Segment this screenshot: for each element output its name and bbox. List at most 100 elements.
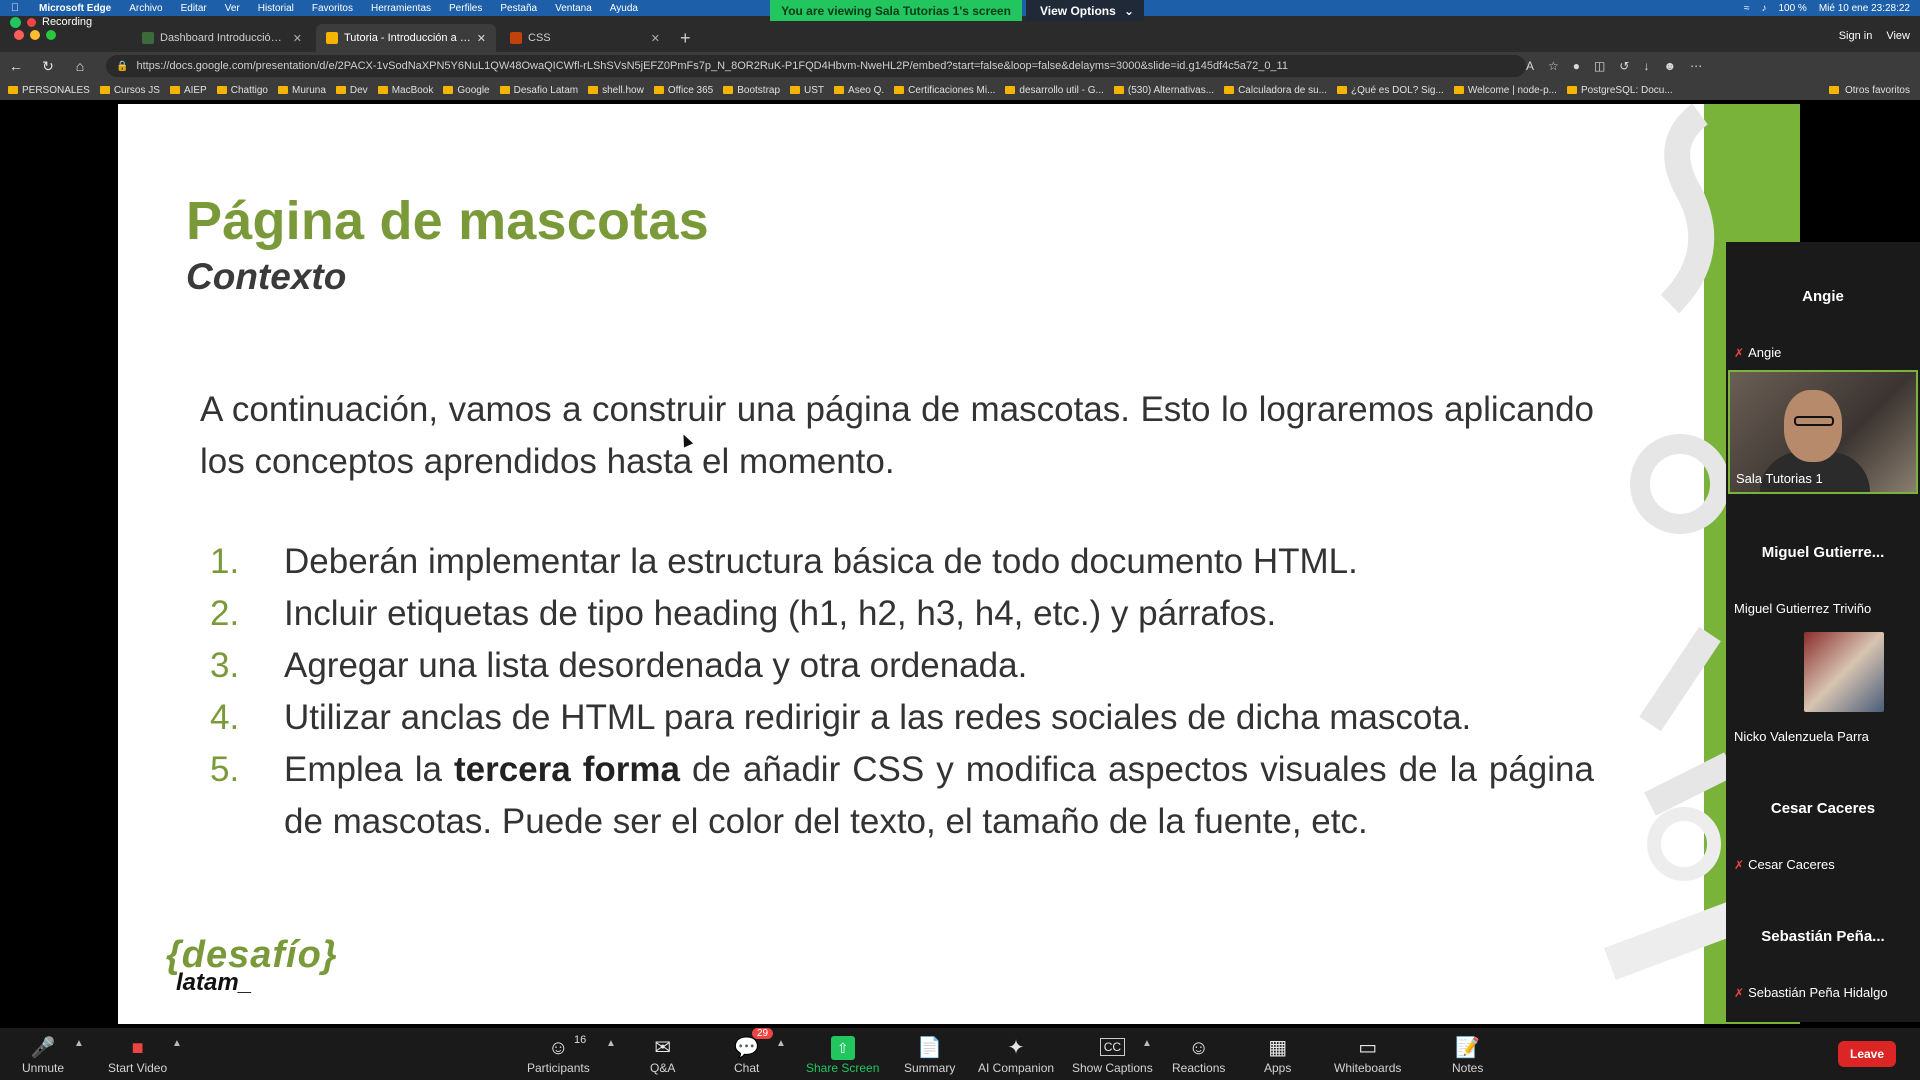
menu-perfiles[interactable]: Perfiles (440, 3, 491, 14)
bookmark-item[interactable]: desarrollo util - G... (1005, 85, 1104, 96)
wifi-icon[interactable]: ≈ (1744, 3, 1750, 14)
chevron-up-icon[interactable]: ▲ (74, 1038, 84, 1049)
download-icon[interactable]: ↓ (1643, 59, 1649, 73)
participant-tile[interactable]: Nicko Valenzuela Parra (1728, 626, 1918, 750)
sign-in-link[interactable]: Sign in (1839, 30, 1873, 42)
bookmark-item[interactable]: Desafio Latam (499, 85, 578, 96)
bookmark-item[interactable]: MacBook (377, 85, 433, 96)
participant-tile[interactable]: Miguel Gutierre... Miguel Gutierrez Triv… (1728, 498, 1918, 622)
bookmark-item[interactable]: PostgreSQL: Docu... (1566, 84, 1673, 96)
whiteboards-button[interactable]: ▭ Whiteboards (1334, 1032, 1401, 1076)
participant-tile[interactable]: Cesar Caceres ✗ Cesar Caceres (1728, 754, 1918, 878)
tab-tutoria-css[interactable]: Tutoria - Introducción a CSS - ✕ (316, 24, 496, 52)
back-icon[interactable]: ← (0, 58, 32, 74)
share-screen-button[interactable]: ⇧ Share Screen (806, 1032, 879, 1076)
menu-editar[interactable]: Editar (172, 3, 216, 14)
read-aloud-icon[interactable]: A (1526, 59, 1534, 73)
folder-icon (1453, 86, 1464, 94)
menu-ventana[interactable]: Ventana (546, 3, 601, 14)
apps-button[interactable]: ▦ Apps (1264, 1032, 1291, 1076)
profile-icon[interactable]: ☻ (1663, 59, 1676, 73)
ai-companion-button[interactable]: ✦ AI Companion (978, 1032, 1054, 1076)
chevron-up-icon[interactable]: ▲ (776, 1038, 786, 1049)
bookmark-item[interactable]: Bootstrap (723, 85, 780, 96)
tab-dashboard[interactable]: Dashboard Introducción al des ✕ (132, 24, 312, 52)
participant-video-tile[interactable]: Sala Tutorias 1 (1728, 370, 1918, 494)
menu-ver[interactable]: Ver (216, 3, 249, 14)
bookmark-label: shell.how (602, 84, 644, 96)
folder-icon (169, 86, 180, 94)
bookmark-item[interactable]: Chattigo (216, 85, 268, 96)
url-field[interactable]: 🔒 https://docs.google.com/presentation/d… (106, 55, 1526, 77)
bookmark-item[interactable]: ¿Qué es DOL? Sig... (1337, 85, 1444, 96)
bookmark-item[interactable]: Calculadora de su... (1224, 85, 1327, 96)
new-tab-button[interactable]: + (674, 24, 691, 52)
bookmark-item[interactable]: Cursos JS (99, 85, 160, 96)
minimize-window-button[interactable] (30, 30, 40, 40)
leave-meeting-button[interactable]: Leave (1838, 1041, 1896, 1067)
menu-ayuda[interactable]: Ayuda (601, 3, 647, 14)
start-video-button[interactable]: ■ Start Video (108, 1032, 167, 1076)
participant-tile[interactable]: Angie ✗ Angie (1728, 242, 1918, 366)
bookmark-item[interactable]: PERSONALES (8, 85, 90, 96)
bookmark-item[interactable]: UST (790, 85, 824, 96)
menubar-app-name[interactable]: Microsoft Edge (30, 3, 120, 14)
view-options-button[interactable]: View Options ⌄ (1026, 0, 1144, 21)
bookmark-item[interactable]: Muruna (277, 85, 326, 96)
lock-icon[interactable]: 🔒 (116, 61, 128, 72)
view-menu[interactable]: View (1886, 30, 1910, 42)
notes-button[interactable]: 📝 Notes (1452, 1032, 1483, 1076)
bookmark-item[interactable]: Google (443, 85, 490, 96)
bookmark-item[interactable]: Dev (335, 85, 368, 96)
close-icon[interactable]: ✕ (293, 32, 302, 45)
chevron-up-icon[interactable]: ▲ (172, 1038, 182, 1049)
shield-icon (10, 16, 21, 28)
zoom-top-right: Sign in View (1839, 30, 1910, 42)
bookmark-label: PostgreSQL: Docu... (1580, 84, 1673, 96)
close-window-button[interactable] (14, 30, 24, 40)
split-screen-icon[interactable]: ◫ (1594, 59, 1605, 73)
extension-icon[interactable]: ● (1573, 59, 1580, 73)
list-number: 4. (210, 698, 240, 737)
close-icon[interactable]: ✕ (651, 32, 660, 45)
slide-intro-paragraph: A continuación, vamos a construir una pá… (200, 390, 1594, 481)
bookmark-item[interactable]: Welcome | node-p... (1453, 85, 1557, 96)
favorite-star-icon[interactable]: ☆ (1548, 59, 1559, 73)
home-icon[interactable]: ⌂ (64, 58, 96, 74)
bookmark-item[interactable]: Aseo Q. (834, 85, 884, 96)
chevron-up-icon[interactable]: ▲ (1142, 1038, 1152, 1049)
close-icon[interactable]: ✕ (477, 32, 486, 45)
menu-pestana[interactable]: Pestaña (491, 3, 546, 14)
list-item-bold: tercera forma (453, 750, 680, 789)
cc-icon: CC (1099, 1038, 1126, 1056)
apple-icon[interactable]:  (0, 2, 30, 14)
menu-historial[interactable]: Historial (249, 3, 303, 14)
participant-tile[interactable]: Sebastián Peña... ✗ Sebastián Peña Hidal… (1728, 882, 1918, 1006)
bookmark-item[interactable]: shell.how (588, 85, 644, 96)
menu-favoritos[interactable]: Favoritos (303, 3, 362, 14)
other-bookmarks[interactable]: Otros favoritos (1818, 80, 1910, 100)
menu-archivo[interactable]: Archivo (120, 3, 171, 14)
more-icon[interactable]: ⋯ (1690, 59, 1702, 73)
tab-css[interactable]: CSS ✕ (500, 24, 670, 52)
unmute-button[interactable]: 🎤 Unmute (22, 1032, 64, 1076)
volume-icon[interactable]: ♪ (1761, 3, 1766, 14)
maximize-window-button[interactable] (46, 30, 56, 40)
list-number: 3. (210, 646, 240, 685)
ordered-list: 1. Deberán implementar la estructura bás… (200, 536, 1594, 848)
reload-icon[interactable]: ↻ (32, 58, 64, 75)
history-icon[interactable]: ↺ (1619, 59, 1629, 73)
bookmark-item[interactable]: Office 365 (653, 85, 713, 96)
show-captions-button[interactable]: CC Show Captions (1072, 1032, 1153, 1076)
qa-button[interactable]: ✉ Q&A (650, 1032, 675, 1076)
bookmark-item[interactable]: (530) Alternativas... (1113, 85, 1214, 96)
list-item-text: Deberán implementar la estructura básica… (284, 542, 1358, 581)
presentation-slide: Página de mascotas Contexto A continuaci… (118, 104, 1800, 1024)
bookmark-item[interactable]: AIEP (169, 85, 207, 96)
bookmark-item[interactable]: Certificaciones Mi... (894, 85, 995, 96)
chevron-up-icon[interactable]: ▲ (606, 1038, 616, 1049)
reactions-button[interactable]: ☺ Reactions (1172, 1032, 1225, 1076)
menu-herramientas[interactable]: Herramientas (362, 3, 440, 14)
smiley-icon: ☺ (1188, 1037, 1209, 1059)
summary-button[interactable]: 📄 Summary (904, 1032, 955, 1076)
